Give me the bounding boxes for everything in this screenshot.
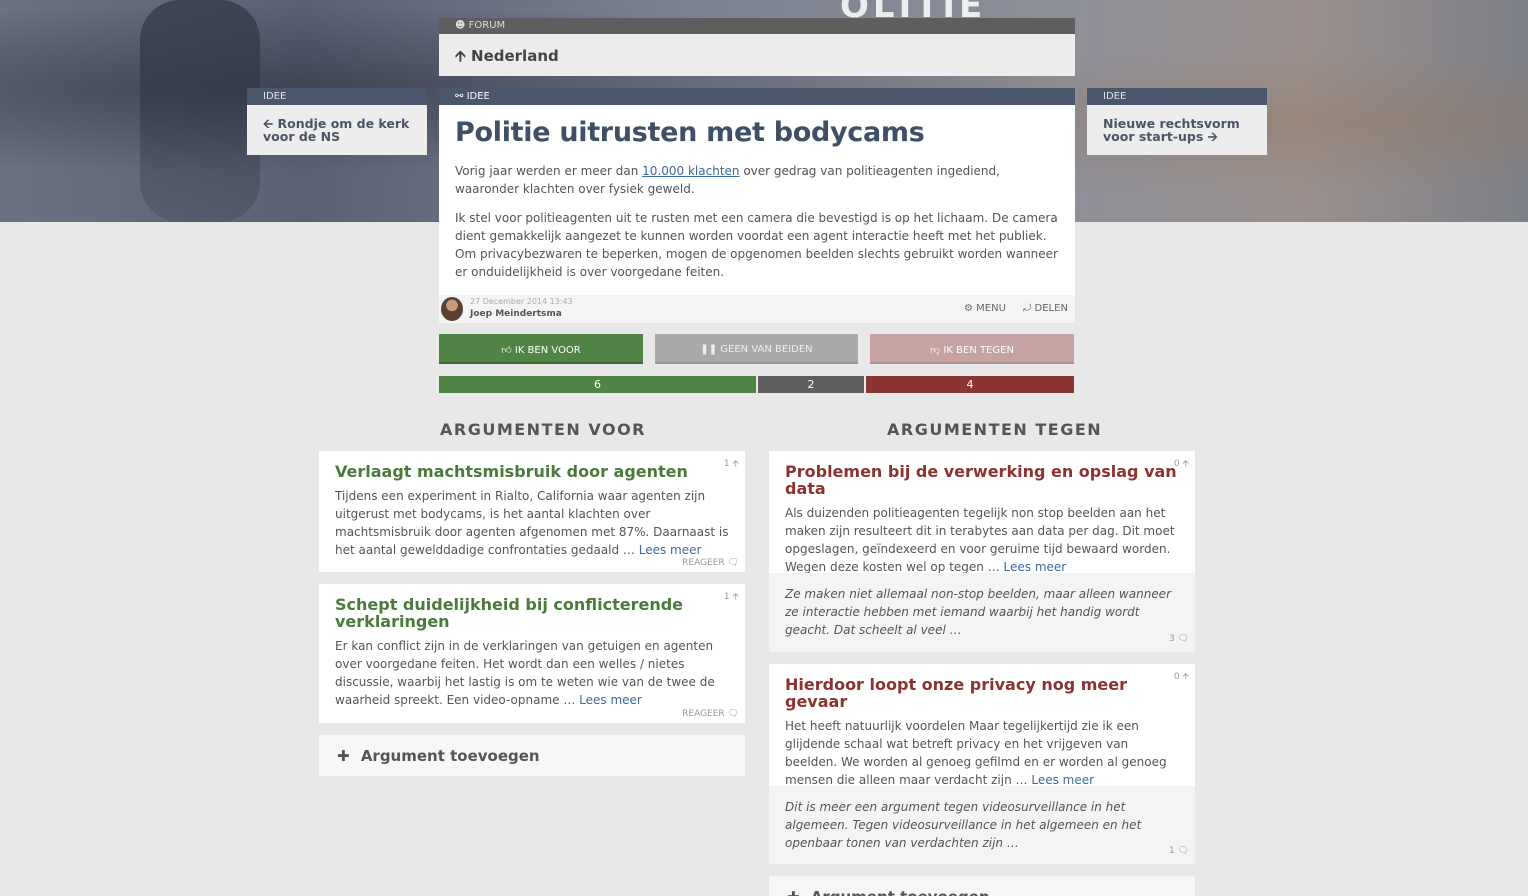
prev-idea-link[interactable]: 🡨 Rondje om de kerk voor de NS: [247, 105, 427, 155]
argument-text: Het heeft natuurlijk voordelen Maar tege…: [785, 719, 1167, 787]
comments-icon: 🗨︎: [727, 709, 739, 719]
lightbulb-icon: ⚯: [455, 91, 464, 102]
next-idea-label: Idee: [1103, 91, 1127, 102]
read-more-link[interactable]: Lees meer: [1004, 560, 1067, 574]
vote-bar-con: 4: [866, 376, 1074, 393]
arrow-up-icon: 🡩: [732, 592, 739, 602]
read-more-link[interactable]: Lees meer: [1031, 773, 1094, 787]
comment-text: Dit is meer een argument tegen videosurv…: [785, 800, 1142, 850]
arguments-con-heading: Argumenten tegen: [887, 420, 1103, 439]
arrow-up-icon: 🡩: [1182, 672, 1189, 682]
argument-title: Hierdoor loopt onze privacy nog meer gev…: [785, 675, 1127, 711]
share-button[interactable]: ⤾ Delen: [1023, 303, 1068, 314]
arrow-right-icon: 🡪: [1207, 129, 1218, 144]
idea-date: 27 December 2014 13:43: [470, 297, 573, 306]
prev-idea-title: Rondje om de kerk voor de NS: [263, 116, 410, 144]
idea-card: Politie uitrusten met bodycams Vorig jaa…: [439, 105, 1075, 295]
idea-paragraph-2: Ik stel voor politieagenten uit te ruste…: [455, 211, 1058, 279]
argument-pro-card[interactable]: 1 🡩 Verlaagt machtsmisbruik door agenten…: [319, 451, 745, 572]
arrow-up-icon: 🡩: [455, 47, 466, 65]
argument-text: Er kan conflict zijn in de verklaringen …: [335, 639, 715, 707]
argument-con-card[interactable]: 0 🡩 Problemen bij de verwerking en opsla…: [769, 451, 1195, 574]
argument-text: Als duizenden politieagenten tegelijk no…: [785, 506, 1175, 574]
prev-idea-header: Idee: [247, 88, 427, 105]
argument-title: Verlaagt machtsmisbruik door agenten: [335, 462, 688, 481]
reply-button[interactable]: Reageer 🗨︎: [682, 709, 739, 719]
vote-neutral-button[interactable]: ❚❚ Geen van beiden: [655, 334, 858, 364]
share-icon: ⤾: [1023, 303, 1032, 314]
argument-votes[interactable]: 0 🡩: [1174, 456, 1189, 472]
comment-text: Ze maken niet allemaal non-stop beelden,…: [785, 587, 1171, 637]
thumbs-down-icon: 👎︎: [930, 345, 941, 356]
vote-con-button[interactable]: 👎︎ Ik ben tegen: [870, 334, 1074, 364]
read-more-link[interactable]: Lees meer: [579, 693, 642, 707]
plus-icon: ✚: [787, 888, 800, 896]
argument-con-card[interactable]: 0 🡩 Hierdoor loopt onze privacy nog meer…: [769, 664, 1195, 787]
argument-comment[interactable]: Ze maken niet allemaal non-stop beelden,…: [769, 573, 1195, 652]
argument-pro-card[interactable]: 1 🡩 Schept duidelijkheid bij conflictere…: [319, 584, 745, 723]
argument-votes[interactable]: 0 🡩: [1174, 669, 1189, 685]
forum-header: ☻ Forum: [439, 18, 1075, 34]
pause-icon: ❚❚: [700, 344, 718, 355]
idea-paragraph-1: Vorig jaar werden er meer dan 10.000 kla…: [455, 164, 1000, 196]
argument-votes[interactable]: 1 🡩: [724, 456, 739, 472]
vote-bar-pro: 6: [439, 376, 756, 393]
forum-label: Forum: [468, 20, 506, 31]
next-idea-link[interactable]: Nieuwe rechtsvorm voor start-ups 🡪: [1087, 105, 1267, 155]
menu-button[interactable]: ⚙ Menu: [964, 303, 1006, 314]
plus-icon: ✚: [337, 747, 350, 765]
next-idea-header: Idee: [1087, 88, 1267, 105]
argument-text: Tijdens een experiment in Rialto, Califo…: [335, 489, 729, 557]
forum-title: Nederland: [471, 47, 559, 65]
vote-pro-button[interactable]: 👍︎ Ik ben voor: [439, 334, 643, 364]
hero-figure: [140, 0, 260, 222]
argument-votes[interactable]: 1 🡩: [724, 589, 739, 605]
next-idea-title: Nieuwe rechtsvorm voor start-ups: [1103, 116, 1240, 144]
argument-title: Problemen bij de verwerking en opslag va…: [785, 462, 1177, 498]
comments-icon: 🗨︎: [1177, 846, 1189, 856]
idea-author[interactable]: Joep Meindertsma: [470, 309, 562, 319]
avatar[interactable]: [441, 297, 463, 321]
gear-icon: ⚙: [964, 303, 973, 314]
idea-label: Idee: [466, 91, 490, 102]
arrow-up-icon: 🡩: [1182, 459, 1189, 469]
comment-count[interactable]: 3 🗨︎: [1169, 630, 1189, 648]
users-icon: ☻: [455, 20, 466, 31]
read-more-link[interactable]: Lees meer: [639, 543, 702, 557]
add-argument-con-button[interactable]: ✚ Argument toevoegen: [769, 876, 1195, 896]
forum-link[interactable]: 🡩 Nederland: [439, 34, 1075, 76]
comments-icon: 🗨︎: [727, 558, 739, 568]
complaints-link[interactable]: 10.000 klachten: [642, 164, 739, 178]
arrow-up-icon: 🡩: [732, 459, 739, 469]
arguments-pro-heading: Argumenten voor: [440, 420, 646, 439]
thumbs-up-icon: 👍︎: [501, 345, 512, 356]
idea-meta-bar: 27 December 2014 13:43 Joep Meindertsma …: [439, 295, 1075, 323]
argument-comment[interactable]: Dit is meer een argument tegen videosurv…: [769, 786, 1195, 864]
comments-icon: 🗨︎: [1177, 634, 1189, 644]
reply-button[interactable]: Reageer 🗨︎: [682, 558, 739, 568]
vote-bar-neutral: 2: [758, 376, 864, 393]
idea-header: ⚯ Idee: [439, 88, 1075, 105]
idea-title: Politie uitrusten met bodycams: [455, 117, 925, 148]
comment-count[interactable]: 1 🗨︎: [1169, 842, 1189, 860]
argument-title: Schept duidelijkheid bij conflicterende …: [335, 595, 684, 631]
prev-idea-label: Idee: [263, 91, 287, 102]
add-argument-pro-button[interactable]: ✚ Argument toevoegen: [319, 735, 745, 776]
